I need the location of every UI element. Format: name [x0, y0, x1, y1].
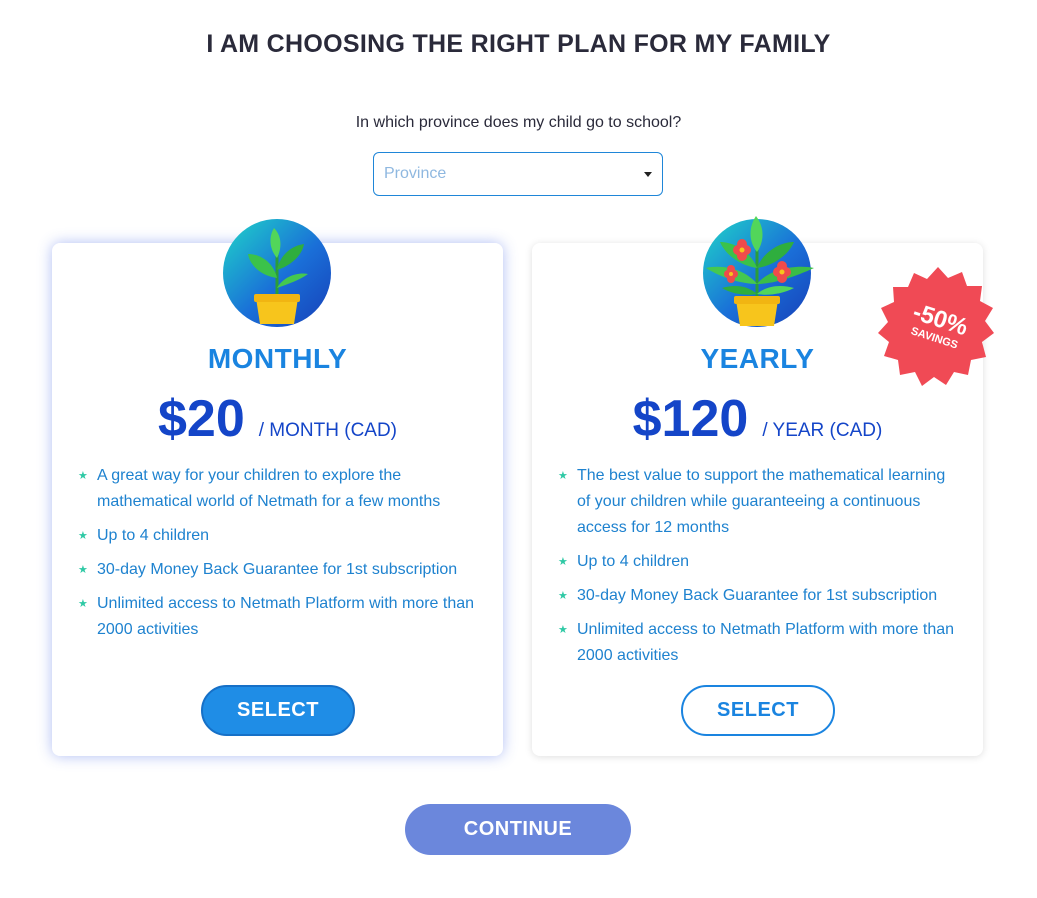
feature-item: ★ Up to 4 children: [558, 549, 958, 575]
plan-period: / YEAR (CAD): [762, 420, 883, 441]
plan-period: / MONTH (CAD): [258, 420, 398, 441]
plan-card-yearly[interactable]: -50% SAVINGS YEARLY $120 / YEAR (CAD) ★ T…: [532, 216, 994, 756]
province-select[interactable]: Province: [373, 152, 663, 196]
plan-price: $20: [157, 390, 245, 448]
star-bullet-icon: ★: [78, 530, 88, 542]
price-row: $20 / MONTH (CAD): [52, 389, 503, 449]
star-bullet-icon: ★: [558, 624, 568, 636]
price-row: $120 / YEAR (CAD): [532, 389, 983, 449]
star-bullet-icon: ★: [78, 598, 88, 610]
feature-item: ★ Unlimited access to Netmath Platform wi…: [558, 617, 958, 669]
plan-price: $120: [632, 390, 749, 448]
province-placeholder: Province: [384, 165, 447, 182]
feature-item: ★ The best value to support the mathemati…: [558, 463, 958, 541]
feature-list: ★ A great way for your children to explor…: [78, 463, 478, 651]
province-question: In which province does my child go to sc…: [355, 114, 682, 131]
plan-name: YEARLY: [700, 343, 815, 374]
feature-list: ★ The best value to support the mathemati…: [558, 463, 958, 677]
select-monthly-button[interactable]: SELECT: [201, 685, 355, 736]
star-bullet-icon: ★: [558, 590, 568, 602]
star-bullet-icon: ★: [78, 470, 88, 482]
select-yearly-button[interactable]: SELECT: [681, 685, 835, 736]
feature-item: ★ A great way for your children to explor…: [78, 463, 478, 515]
plan-card-monthly[interactable]: MONTHLY $20 / MONTH (CAD) ★ A great way f…: [52, 219, 503, 756]
flowering-plant-icon: [703, 216, 814, 327]
star-bullet-icon: ★: [78, 564, 88, 576]
continue-button[interactable]: CONTINUE: [405, 804, 631, 855]
caret-down-icon: [644, 171, 652, 177]
star-bullet-icon: ★: [558, 556, 568, 568]
star-bullet-icon: ★: [558, 470, 568, 482]
feature-item: ★ Unlimited access to Netmath Platform wi…: [78, 591, 478, 643]
feature-item: ★ Up to 4 children: [78, 523, 478, 549]
feature-item: ★ 30-day Money Back Guarantee for 1st sub…: [78, 557, 478, 583]
potted-plant-icon: [223, 219, 331, 327]
plan-name: MONTHLY: [207, 343, 348, 374]
page-title: I AM CHOOSING THE RIGHT PLAN FOR MY FAMI…: [206, 30, 831, 58]
feature-item: ★ 30-day Money Back Guarantee for 1st sub…: [558, 583, 958, 609]
